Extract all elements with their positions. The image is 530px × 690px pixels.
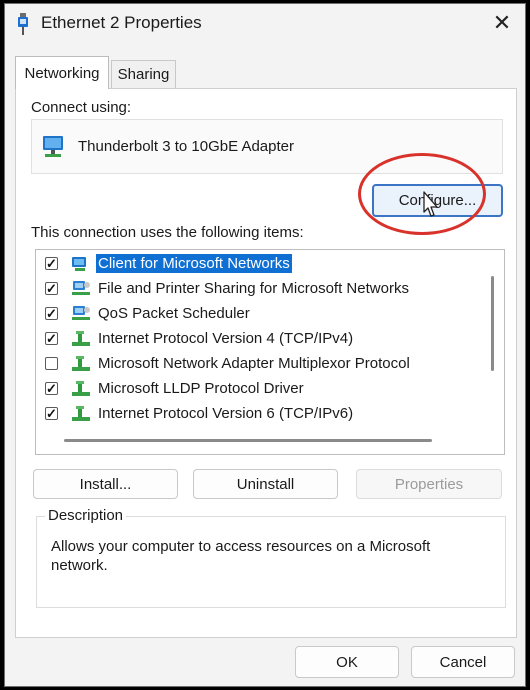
components-list[interactable]: ✓ Client for Microsoft Networks ✓ File and …	[35, 249, 505, 455]
list-item[interactable]: ✓ Microsoft LLDP Protocol Driver	[36, 377, 476, 401]
items-section-label: This connection uses the following items…	[31, 224, 304, 241]
item-checkbox[interactable]: ✓	[45, 407, 58, 420]
list-item[interactable]: ✓ Internet Protocol Version 4 (TCP/IPv4)	[36, 327, 476, 351]
item-label: Client for Microsoft Networks	[96, 254, 292, 273]
close-icon: ✕	[492, 10, 512, 35]
protocol-icon	[72, 406, 90, 421]
item-checkbox[interactable]	[45, 357, 58, 370]
uninstall-button[interactable]: Uninstall	[193, 469, 338, 499]
uninstall-button-label: Uninstall	[236, 475, 295, 493]
item-label: Microsoft LLDP Protocol Driver	[98, 380, 304, 397]
description-group: Description Allows your computer to acce…	[36, 507, 506, 608]
tab-networking-label: Networking	[24, 64, 100, 82]
vertical-scrollbar[interactable]	[491, 276, 494, 371]
item-checkbox[interactable]: ✓	[45, 382, 58, 395]
properties-button-label: Properties	[394, 475, 464, 493]
item-label: QoS Packet Scheduler	[98, 305, 250, 322]
window-title: Ethernet 2 Properties	[41, 13, 202, 32]
ok-button-label: OK	[336, 653, 358, 671]
item-label: File and Printer Sharing for Microsoft N…	[98, 280, 409, 297]
install-button[interactable]: Install...	[33, 469, 178, 499]
network-cable-icon	[18, 13, 28, 35]
list-item[interactable]: ✓ Client for Microsoft Networks	[36, 252, 476, 276]
properties-dialog: Ethernet 2 Properties ✕ Networking Shari…	[4, 3, 526, 687]
item-label: Internet Protocol Version 6 (TCP/IPv6)	[98, 405, 354, 422]
tab-networking[interactable]: Networking	[15, 56, 109, 89]
item-label: Microsoft Network Adapter Multiplexor Pr…	[98, 355, 410, 372]
install-button-label: Install...	[79, 475, 132, 493]
ok-button[interactable]: OK	[295, 646, 399, 678]
description-legend: Description	[45, 507, 127, 524]
tab-sharing[interactable]: Sharing	[111, 60, 176, 88]
adapter-name: Thunderbolt 3 to 10GbE Adapter	[78, 138, 294, 155]
list-item[interactable]: Microsoft Network Adapter Multiplexor Pr…	[36, 352, 476, 376]
item-checkbox[interactable]: ✓	[45, 332, 58, 345]
item-label: Internet Protocol Version 4 (TCP/IPv4)	[98, 330, 354, 347]
close-button[interactable]: ✕	[479, 4, 525, 42]
cancel-button[interactable]: Cancel	[411, 646, 515, 678]
horizontal-scrollbar[interactable]	[64, 439, 432, 442]
tab-sharing-label: Sharing	[117, 66, 170, 83]
connect-using-label: Connect using:	[31, 99, 132, 116]
protocol-icon	[72, 356, 90, 371]
description-text: Allows your computer to access resources…	[51, 538, 431, 574]
protocol-icon	[72, 381, 90, 396]
protocol-icon	[72, 331, 90, 346]
networking-panel: Connect using: Thunderbolt 3 to 10GbE Ad…	[15, 88, 517, 638]
network-client-icon	[72, 257, 86, 271]
list-item[interactable]: ✓ QoS Packet Scheduler	[36, 302, 476, 326]
list-item[interactable]: ✓ Internet Protocol Version 6 (TCP/IPv6)	[36, 402, 476, 426]
properties-button[interactable]: Properties	[356, 469, 502, 499]
mouse-cursor-icon	[423, 191, 438, 217]
cancel-button-label: Cancel	[439, 653, 487, 671]
network-service-icon	[72, 306, 90, 320]
item-checkbox[interactable]: ✓	[45, 257, 58, 270]
item-checkbox[interactable]: ✓	[45, 282, 58, 295]
item-checkbox[interactable]: ✓	[45, 307, 58, 320]
adapter-field: Thunderbolt 3 to 10GbE Adapter	[31, 119, 503, 174]
network-service-icon	[72, 281, 90, 295]
list-item[interactable]: ✓ File and Printer Sharing for Microsoft …	[36, 277, 476, 301]
title-bar[interactable]: Ethernet 2 Properties ✕	[5, 4, 525, 42]
network-adapter-icon	[43, 136, 63, 157]
